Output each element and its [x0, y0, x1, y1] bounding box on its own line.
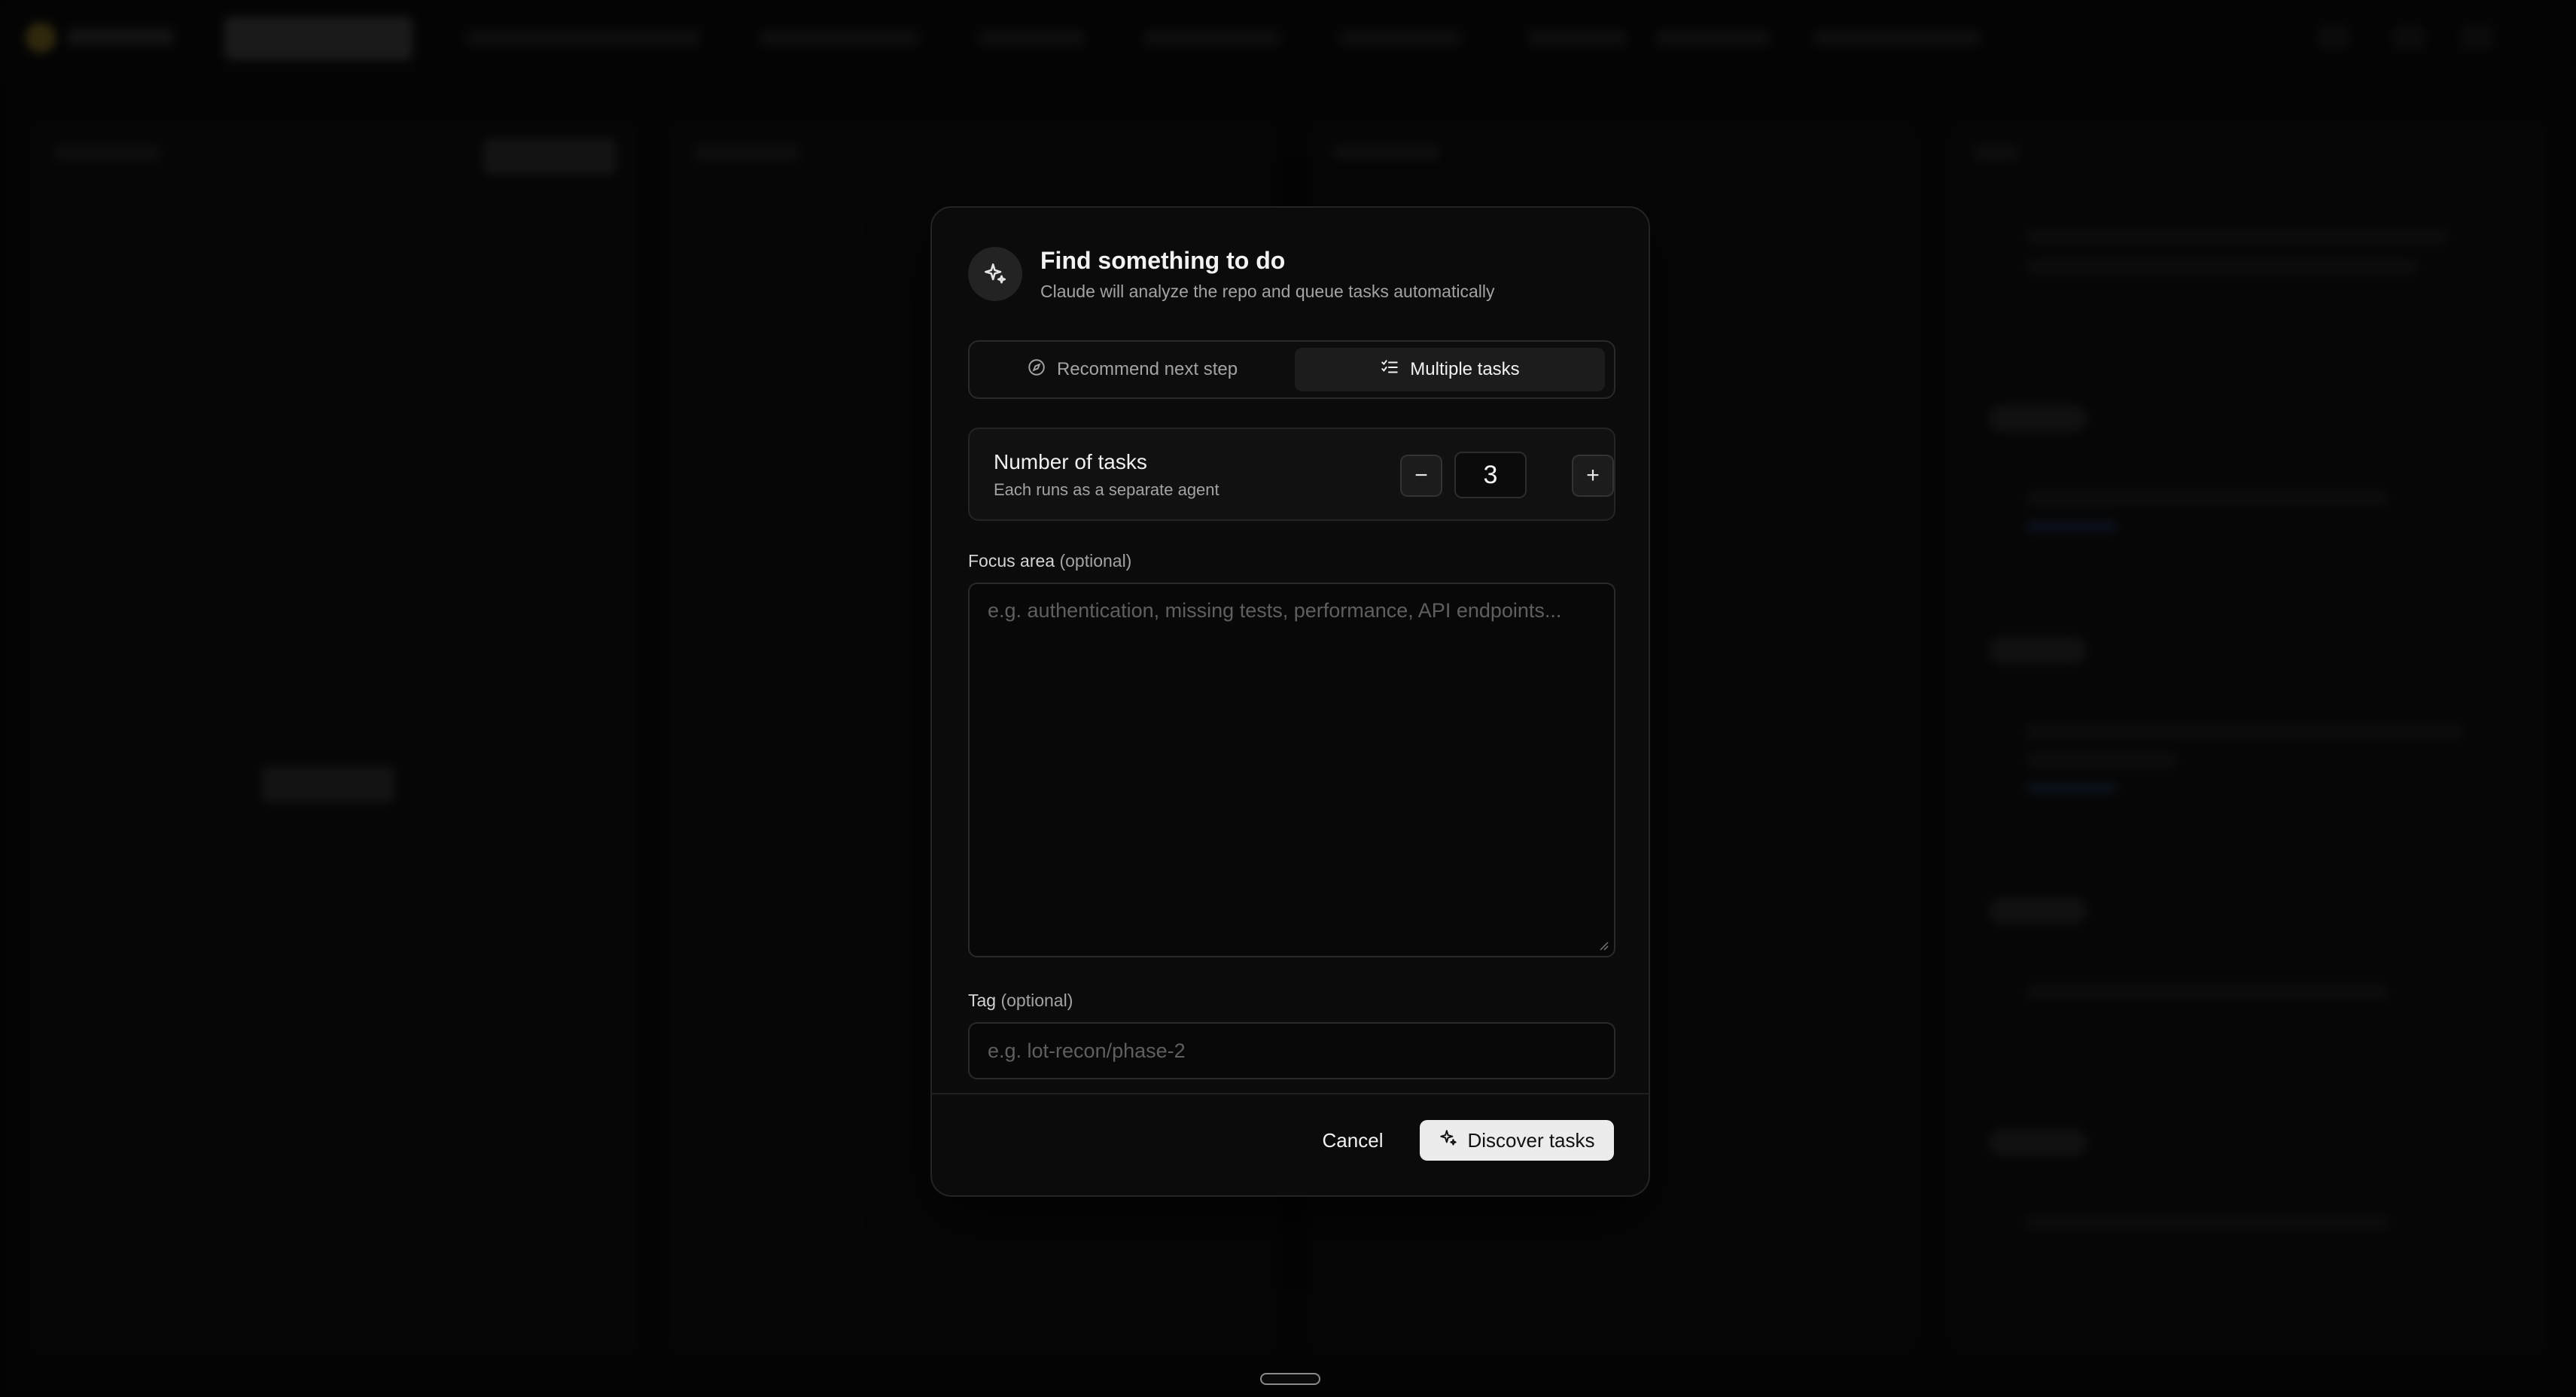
dialog-subtitle: Claude will analyze the repo and queue t… — [1040, 282, 1495, 301]
mode-option-label: Multiple tasks — [1410, 359, 1520, 379]
compass-icon — [1027, 358, 1046, 382]
mode-toggle: Recommend next step Multiple tasks — [968, 340, 1615, 399]
focus-area-placeholder: e.g. authentication, missing tests, perf… — [988, 599, 1562, 622]
sparkles-icon — [1439, 1128, 1458, 1153]
home-indicator[interactable] — [1260, 1373, 1320, 1385]
dialog-title: Find something to do — [1040, 247, 1286, 274]
optional-hint: (optional) — [1000, 991, 1073, 1010]
tag-label: Tag (optional) — [968, 991, 1073, 1011]
tag-label-text: Tag — [968, 991, 997, 1010]
increment-button[interactable]: + — [1572, 455, 1614, 497]
decrement-button[interactable]: − — [1400, 455, 1442, 497]
discover-tasks-button[interactable]: Discover tasks — [1420, 1120, 1614, 1161]
tag-input[interactable]: e.g. lot-recon/phase-2 — [968, 1022, 1615, 1079]
checklist-icon — [1380, 358, 1399, 382]
task-count-panel: Number of tasks Each runs as a separate … — [968, 428, 1615, 521]
footer-divider — [932, 1093, 1649, 1094]
resize-grip-icon[interactable] — [1597, 939, 1609, 951]
find-tasks-dialog: Find something to do Claude will analyze… — [930, 206, 1650, 1197]
mode-option-multiple-tasks[interactable]: Multiple tasks — [1295, 348, 1605, 391]
mode-option-recommend-next-step[interactable]: Recommend next step — [977, 348, 1287, 391]
cancel-button[interactable]: Cancel — [1311, 1120, 1394, 1161]
sparkles-icon — [968, 247, 1022, 301]
tag-placeholder: e.g. lot-recon/phase-2 — [988, 1039, 1186, 1062]
optional-hint: (optional) — [1059, 551, 1132, 571]
mode-option-label: Recommend next step — [1056, 359, 1238, 379]
focus-area-label-text: Focus area — [968, 551, 1055, 571]
focus-area-label: Focus area (optional) — [968, 551, 1131, 571]
task-count-value[interactable]: 3 — [1454, 452, 1527, 498]
discover-tasks-label: Discover tasks — [1467, 1128, 1595, 1152]
task-count-subtitle: Each runs as a separate agent — [994, 480, 1219, 499]
task-count-title: Number of tasks — [994, 450, 1147, 473]
focus-area-textarea[interactable]: e.g. authentication, missing tests, perf… — [968, 583, 1615, 957]
